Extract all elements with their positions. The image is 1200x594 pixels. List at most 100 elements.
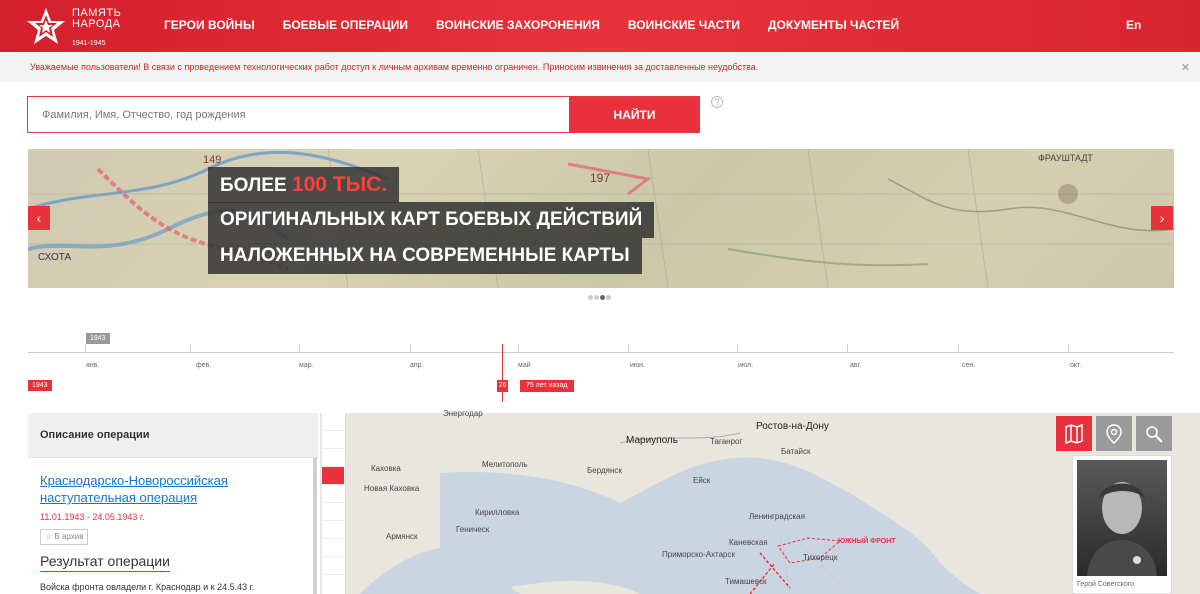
zoom-step[interactable] bbox=[322, 521, 344, 539]
slider-dot[interactable] bbox=[606, 295, 611, 300]
close-icon[interactable]: × bbox=[1181, 59, 1190, 76]
timeline-marker-label: 75 лет назад bbox=[520, 380, 574, 392]
map-city: Мариуполь bbox=[626, 435, 678, 446]
map-city: Мелитополь bbox=[482, 460, 528, 469]
slider-prev-button[interactable]: ‹ bbox=[28, 206, 50, 230]
site-logo[interactable]: ПАМЯТЬ НАРОДА 1941-1945 bbox=[26, 5, 136, 47]
search-button[interactable]: НАЙТИ bbox=[569, 97, 700, 132]
map-city: Каховка bbox=[371, 464, 401, 473]
banner-headline-prefix: БОЛЕЕ bbox=[220, 175, 292, 196]
zoom-step-active[interactable] bbox=[322, 467, 344, 485]
logo-line-2: НАРОДА bbox=[72, 18, 121, 30]
banner-headline-2: ОРИГИНАЛЬНЫХ КАРТ БОЕВЫХ ДЕЙСТВИЙ bbox=[208, 202, 655, 238]
banner-map-label: 149 bbox=[203, 154, 222, 166]
map-city: Армянск bbox=[386, 532, 418, 541]
timeline-tick bbox=[958, 344, 959, 353]
map-burials-button[interactable] bbox=[1096, 416, 1132, 451]
timeline-year-top: 1943 bbox=[86, 333, 110, 344]
map-city: Ленинградская bbox=[749, 512, 805, 521]
timeline-marker[interactable] bbox=[502, 344, 503, 402]
slider-next-button[interactable]: › bbox=[1151, 206, 1173, 230]
result-heading: Результат операции bbox=[40, 553, 170, 572]
main-nav: ГЕРОИ ВОЙНЫ БОЕВЫЕ ОПЕРАЦИИ ВОИНСКИЕ ЗАХ… bbox=[164, 18, 927, 32]
banner-headline-highlight: 100 ТЫС. bbox=[291, 173, 388, 196]
timeline-tick bbox=[518, 344, 519, 353]
operation-panel: Описание операции Краснодарско-Новоросси… bbox=[28, 413, 318, 594]
front-label: ЮЖНЫЙ ФРОНТ bbox=[838, 538, 896, 545]
zoom-step[interactable] bbox=[322, 503, 344, 521]
map-zoom-scale[interactable] bbox=[322, 413, 346, 594]
hero-card[interactable]: Герой Советского bbox=[1072, 455, 1172, 594]
star-logo-icon bbox=[27, 8, 65, 44]
nav-documents[interactable]: ДОКУМЕНТЫ ЧАСТЕЙ bbox=[768, 18, 899, 32]
banner-map-label: ФРАУШТАДТ bbox=[1038, 153, 1093, 163]
banner-headline-1: БОЛЕЕ 100 ТЫС. bbox=[208, 167, 400, 203]
timeline-month[interactable]: окт. bbox=[1070, 362, 1081, 369]
timeline-month[interactable]: сен. bbox=[962, 362, 975, 369]
zoom-step[interactable] bbox=[322, 431, 344, 449]
notice-bar: Уважаемые пользователи! В связи с провед… bbox=[0, 52, 1200, 82]
map-city: Энергодар bbox=[443, 409, 483, 418]
map-city: Приморско-Ахтарск bbox=[662, 550, 735, 559]
timeline-year-bottom: 1943 bbox=[28, 380, 52, 391]
timeline-month[interactable]: июл. bbox=[738, 362, 753, 369]
nav-heroes[interactable]: ГЕРОИ ВОЙНЫ bbox=[164, 18, 255, 32]
timeline-month[interactable]: фев. bbox=[196, 362, 211, 369]
banner-headline-3: НАЛОЖЕННЫХ НА СОВРЕМЕННЫЕ КАРТЫ bbox=[208, 238, 642, 274]
banner-map-label: 197 bbox=[590, 171, 611, 185]
timeline-tick bbox=[190, 344, 191, 353]
top-navigation-bar: ПАМЯТЬ НАРОДА 1941-1945 ГЕРОИ ВОЙНЫ БОЕВ… bbox=[0, 0, 1200, 52]
timeline-marker-day[interactable]: 26 bbox=[497, 380, 508, 392]
timeline-tick bbox=[737, 344, 738, 353]
add-to-archive-button[interactable]: ☆ В архив bbox=[40, 529, 89, 545]
timeline-tick bbox=[85, 344, 86, 353]
notice-text: Уважаемые пользователи! В связи с провед… bbox=[30, 62, 759, 72]
panel-scrollbar[interactable] bbox=[313, 457, 317, 594]
location-pin-icon bbox=[1106, 424, 1122, 444]
map-city: Бердянск bbox=[587, 466, 622, 475]
map-search-button[interactable] bbox=[1136, 416, 1172, 451]
timeline-tick bbox=[410, 344, 411, 353]
slider-dot-active[interactable] bbox=[600, 295, 605, 300]
operation-link[interactable]: Краснодарско-Новороссийская наступательн… bbox=[40, 472, 290, 506]
timeline-month[interactable]: авг. bbox=[850, 362, 861, 369]
map-city: Ростов-на-Дону bbox=[756, 421, 829, 432]
timeline-month[interactable]: янв. bbox=[86, 362, 99, 369]
nav-units[interactable]: ВОИНСКИЕ ЧАСТИ bbox=[628, 18, 740, 32]
map-city: Геническ bbox=[456, 525, 490, 534]
map-city: Тихорецк bbox=[803, 553, 838, 562]
zoom-step[interactable] bbox=[322, 485, 344, 503]
logo-title: ПАМЯТЬ НАРОДА bbox=[72, 8, 121, 30]
result-text: Войска фронта овладели г. Краснодар и к … bbox=[40, 582, 255, 592]
slider-dot[interactable] bbox=[588, 295, 593, 300]
nav-operations[interactable]: БОЕВЫЕ ОПЕРАЦИИ bbox=[283, 18, 408, 32]
timeline-tick bbox=[628, 344, 629, 353]
timeline-tick bbox=[847, 344, 848, 353]
timeline-month[interactable]: апр. bbox=[410, 362, 424, 369]
operation-card: Краснодарско-Новороссийская наступательн… bbox=[28, 457, 318, 594]
timeline-tick bbox=[1068, 344, 1069, 353]
map-city: Кирилловка bbox=[475, 508, 520, 517]
map-city: Тимашевск bbox=[725, 577, 767, 586]
slider-dot[interactable] bbox=[594, 295, 599, 300]
zoom-step[interactable] bbox=[322, 539, 344, 557]
language-switch[interactable]: En bbox=[1126, 18, 1141, 32]
search-form: НАЙТИ bbox=[27, 96, 700, 133]
timeline-month[interactable]: июн. bbox=[630, 362, 645, 369]
map-layers-button[interactable] bbox=[1056, 416, 1092, 451]
panel-title: Описание операции bbox=[40, 429, 150, 441]
timeline-month[interactable]: май bbox=[518, 362, 531, 369]
zoom-step[interactable] bbox=[322, 413, 344, 431]
search-pin-icon bbox=[1146, 426, 1163, 443]
help-icon[interactable]: ? bbox=[711, 96, 723, 108]
search-input[interactable] bbox=[28, 97, 569, 132]
timeline-month[interactable]: мар. bbox=[299, 362, 314, 369]
map-city: Ейск bbox=[693, 476, 711, 485]
slider-dots bbox=[588, 295, 612, 300]
portrait-image bbox=[1087, 482, 1157, 576]
hero-photo bbox=[1077, 460, 1167, 576]
zoom-step[interactable] bbox=[322, 557, 344, 575]
zoom-step[interactable] bbox=[322, 449, 344, 467]
nav-burials[interactable]: ВОИНСКИЕ ЗАХОРОНЕНИЯ bbox=[436, 18, 600, 32]
timeline-axis[interactable] bbox=[28, 352, 1174, 353]
